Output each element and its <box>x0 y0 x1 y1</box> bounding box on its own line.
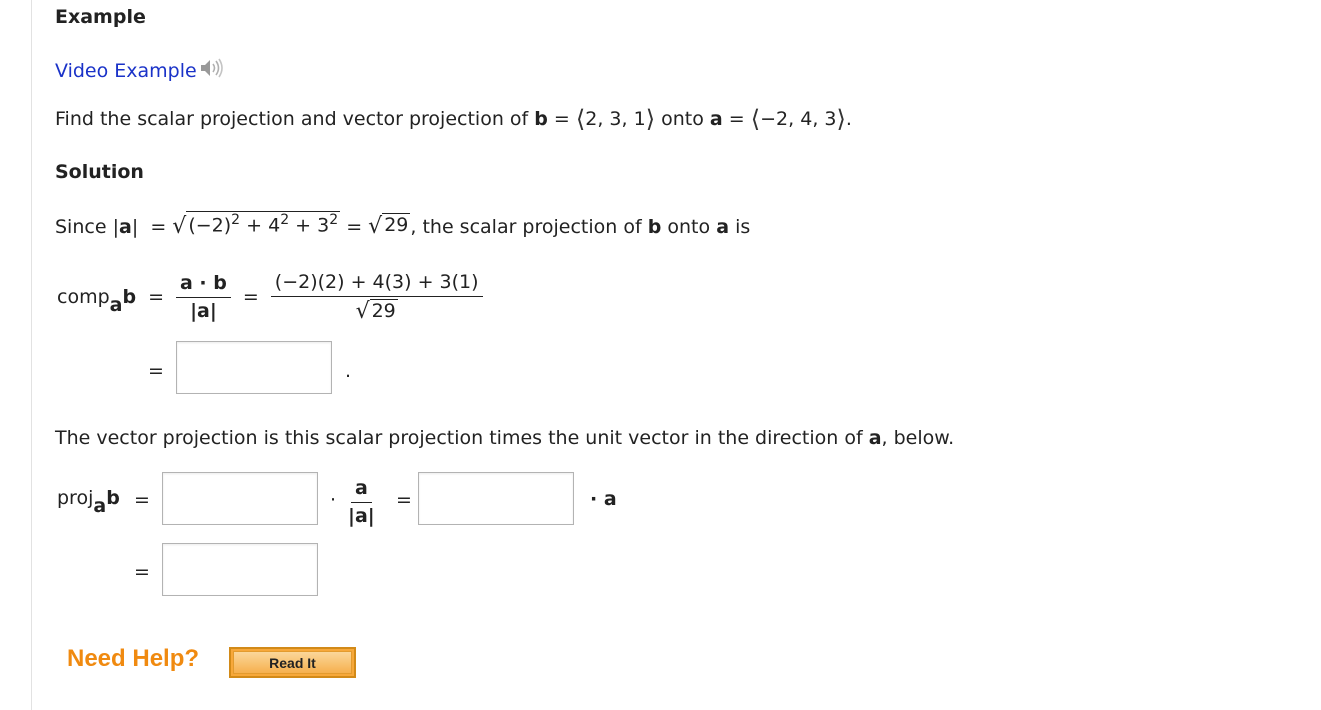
sqrt-29: √ 29 <box>368 213 411 240</box>
scalar-factor-input[interactable] <box>162 472 318 525</box>
comp-period: . <box>345 360 352 382</box>
proj-label: projab <box>57 487 120 517</box>
unit-vector-fraction: a |a| <box>348 477 375 527</box>
proj-eq2: = <box>396 489 412 511</box>
coefficient-input[interactable] <box>418 472 574 525</box>
numeric-fraction: (−2)(2) + 4(3) + 3(1) √ 29 <box>270 271 483 324</box>
dot-over-magnitude-fraction: a · b |a| <box>176 272 231 322</box>
abs-a: |a| <box>112 216 139 239</box>
scalar-projection-input[interactable] <box>176 341 332 394</box>
magnitude-line: Since |a| = √ (−2)2 + 42 + 32 = √ 29 , t… <box>55 211 751 240</box>
dot-a: · a <box>590 488 617 510</box>
left-border <box>31 0 32 710</box>
proj-dot: · <box>330 489 337 511</box>
read-it-button[interactable]: Read It <box>229 647 356 678</box>
vector-a-components: −2, 4, 3 <box>760 108 837 130</box>
video-example-link[interactable]: Video Example <box>55 56 225 85</box>
vector-b-components: 2, 3, 1 <box>585 108 646 130</box>
proj-eq: = <box>134 489 150 511</box>
sqrt-sum-squares: √ (−2)2 + 42 + 32 <box>172 211 341 240</box>
need-help-label: Need Help? <box>67 645 200 672</box>
speaker-icon <box>199 56 225 85</box>
proj-eq3: = <box>134 561 150 583</box>
problem-statement: Find the scalar projection and vector pr… <box>55 105 852 133</box>
video-example-label: Video Example <box>55 59 197 82</box>
comp-answer-eq: = <box>148 360 164 382</box>
comp-formula: compab = a · b |a| = (−2)(2) + 4(3) + 3(… <box>57 262 483 332</box>
solution-title: Solution <box>55 161 144 183</box>
vector-projection-text: The vector projection is this scalar pro… <box>55 427 955 449</box>
read-it-label: Read It <box>233 651 352 674</box>
vector-projection-input[interactable] <box>162 543 318 596</box>
example-title: Example <box>55 6 146 28</box>
comp-label: compab <box>57 286 137 316</box>
